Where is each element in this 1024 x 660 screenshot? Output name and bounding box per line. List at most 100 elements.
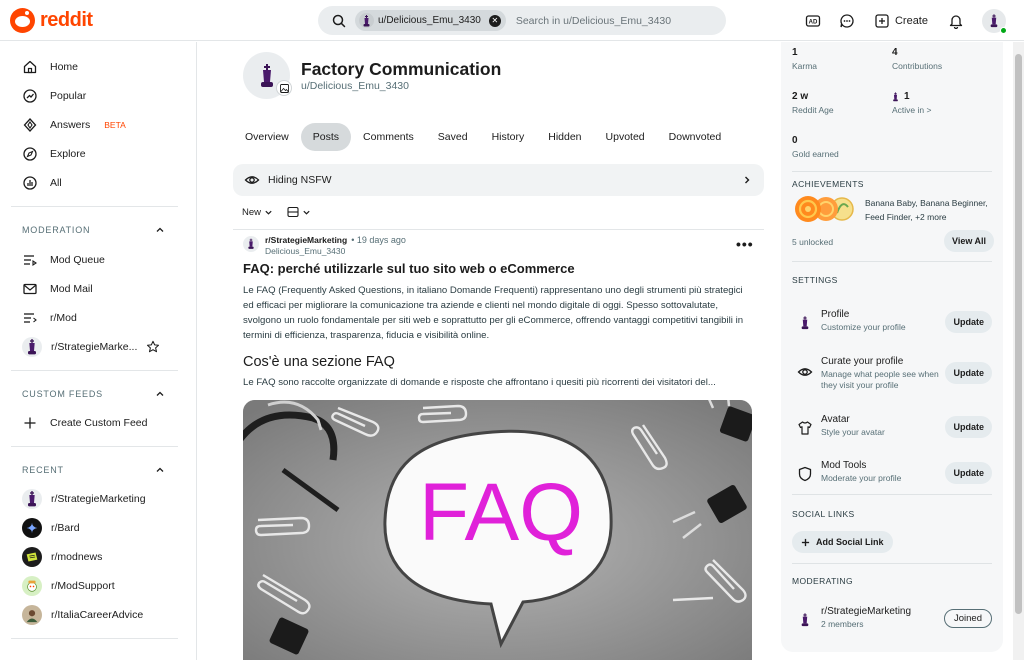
sidebar-item-all[interactable]: All xyxy=(22,175,62,191)
search-scope-chip[interactable]: u/Delicious_Emu_3430 ✕ xyxy=(355,10,506,31)
profile-handle: u/Delicious_Emu_3430 xyxy=(301,80,409,92)
sidebar-item-mod-mail[interactable]: Mod Mail xyxy=(22,281,93,297)
hiding-nsfw-toggle[interactable]: Hiding NSFW xyxy=(233,164,764,196)
search-bar[interactable]: u/Delicious_Emu_3430 ✕ xyxy=(318,6,726,35)
gold-earned-stat: 0 Gold earned xyxy=(792,135,839,159)
post-subreddit-link[interactable]: r/StrategieMarketing xyxy=(265,235,347,245)
tab-hidden[interactable]: Hidden xyxy=(536,123,593,151)
sidebar-item-answers[interactable]: Answers BETA xyxy=(22,117,126,133)
faq-speech-bubble-image: FAQ xyxy=(243,400,752,660)
setting-title: Mod Tools xyxy=(821,460,867,471)
modnews-avatar xyxy=(22,547,42,567)
header-actions: AD Create xyxy=(799,7,1007,35)
plus-icon xyxy=(875,14,889,28)
tab-saved[interactable]: Saved xyxy=(426,123,480,151)
reddit-logo[interactable]: reddit xyxy=(10,8,93,33)
moderating-title: MODERATING xyxy=(792,576,853,586)
close-icon[interactable]: ✕ xyxy=(488,14,501,27)
stat-label: Contributions xyxy=(892,61,943,71)
stat-label: Reddit Age xyxy=(792,105,834,115)
recent-item-italiacareeradvice[interactable]: r/ItaliaCareerAdvice xyxy=(22,605,143,625)
update-mod-tools-button[interactable]: Update xyxy=(945,462,992,484)
chess-king-icon xyxy=(28,339,36,355)
stat-value: 1 xyxy=(904,91,910,102)
joined-button[interactable]: Joined xyxy=(944,609,992,628)
moderating-members: 2 members xyxy=(821,619,864,629)
update-profile-button[interactable]: Update xyxy=(945,311,992,333)
post-timestamp: • 19 days ago xyxy=(351,235,406,245)
section-title: MODERATION xyxy=(22,225,91,235)
page-scrollbar[interactable] xyxy=(1013,42,1024,660)
tab-history[interactable]: History xyxy=(480,123,537,151)
profile-info-panel xyxy=(781,42,1003,652)
active-in-stat[interactable]: 1 Active in > xyxy=(892,91,931,115)
sort-label: New xyxy=(242,206,262,218)
sidebar-item-label: r/StrategieMarke... xyxy=(51,341,138,353)
update-curate-button[interactable]: Update xyxy=(945,362,992,384)
chevron-down-icon xyxy=(265,210,272,215)
subreddit-avatar[interactable] xyxy=(243,236,259,252)
sidebar-item-mod-queue[interactable]: Mod Queue xyxy=(22,252,105,268)
tab-upvoted[interactable]: Upvoted xyxy=(594,123,657,151)
post-image[interactable]: FAQ xyxy=(243,400,752,660)
sidebar-item-popular[interactable]: Popular xyxy=(22,88,86,104)
custom-feeds-section-header[interactable]: CUSTOM FEEDS xyxy=(22,389,165,399)
chess-king-icon xyxy=(801,613,809,627)
star-icon[interactable] xyxy=(146,340,160,354)
stat-value: 2 w xyxy=(792,91,809,102)
chess-king-icon xyxy=(260,63,273,87)
recent-item-modnews[interactable]: r/modnews xyxy=(22,547,102,567)
chess-king-icon xyxy=(28,491,36,507)
tab-overview[interactable]: Overview xyxy=(233,123,301,151)
chevron-right-icon xyxy=(745,176,750,184)
setting-title: Curate your profile xyxy=(821,356,904,367)
edit-avatar-button[interactable] xyxy=(276,80,292,96)
add-social-link-button[interactable]: Add Social Link xyxy=(792,531,893,553)
post-author-link[interactable]: Delicious_Emu_3430 xyxy=(265,246,406,256)
subreddit-avatar xyxy=(796,611,814,629)
recent-item-strategiemarketing[interactable]: r/StrategieMarketing xyxy=(22,489,146,509)
post-title[interactable]: FAQ: perché utilizzarle sul tuo sito web… xyxy=(243,261,763,276)
plus-icon xyxy=(801,538,810,546)
mod-queue-icon xyxy=(24,255,37,267)
user-avatar[interactable] xyxy=(982,9,1007,34)
tab-comments[interactable]: Comments xyxy=(351,123,426,151)
recent-section-header[interactable]: RECENT xyxy=(22,465,165,475)
post-more-options-button[interactable]: ••• xyxy=(736,236,754,252)
search-input[interactable] xyxy=(515,14,716,27)
card-view-icon xyxy=(287,206,299,218)
recent-item-bard[interactable]: r/Bard xyxy=(22,518,80,538)
tab-downvoted[interactable]: Downvoted xyxy=(657,123,734,151)
sidebar-divider xyxy=(11,370,178,371)
sidebar-item-strategiemarketing[interactable]: r/StrategieMarke... xyxy=(22,337,165,357)
scrollbar-thumb[interactable] xyxy=(1015,54,1022,614)
create-custom-feed-button[interactable]: Create Custom Feed xyxy=(22,415,147,431)
view-all-achievements-button[interactable]: View All xyxy=(944,230,995,252)
sidebar-divider xyxy=(11,638,178,639)
sidebar-item-label: r/Bard xyxy=(51,522,80,534)
sidebar-item-r-mod[interactable]: r/Mod xyxy=(22,310,77,326)
view-mode-dropdown[interactable] xyxy=(287,206,311,218)
settings-avatar-row: Avatar Style your avatar Update xyxy=(792,414,992,448)
person-avatar-icon xyxy=(26,610,38,623)
notifications-button[interactable] xyxy=(942,7,970,35)
tab-posts[interactable]: Posts xyxy=(300,123,352,151)
update-avatar-button[interactable]: Update xyxy=(945,416,992,438)
chat-button[interactable] xyxy=(833,7,861,35)
recent-item-modsupport[interactable]: r/ModSupport xyxy=(22,576,115,596)
sidebar-item-home[interactable]: Home xyxy=(22,59,78,75)
panel-divider xyxy=(792,563,992,564)
sidebar-divider xyxy=(11,206,178,207)
advertise-button[interactable]: AD xyxy=(799,7,827,35)
stat-value: 1 xyxy=(792,47,798,58)
sort-dropdown[interactable]: New xyxy=(242,207,273,218)
section-title: RECENT xyxy=(22,465,64,475)
chevron-down-icon xyxy=(303,210,310,215)
create-button[interactable]: Create xyxy=(867,7,936,35)
moderation-section-header[interactable]: MODERATION xyxy=(22,225,165,235)
karma-stat: 1 Karma xyxy=(792,47,817,71)
stat-value-row: 1 xyxy=(892,91,931,102)
sidebar-item-explore[interactable]: Explore xyxy=(22,146,86,162)
online-status-dot xyxy=(1000,27,1007,34)
sidebar-item-label: r/ItaliaCareerAdvice xyxy=(51,609,144,621)
